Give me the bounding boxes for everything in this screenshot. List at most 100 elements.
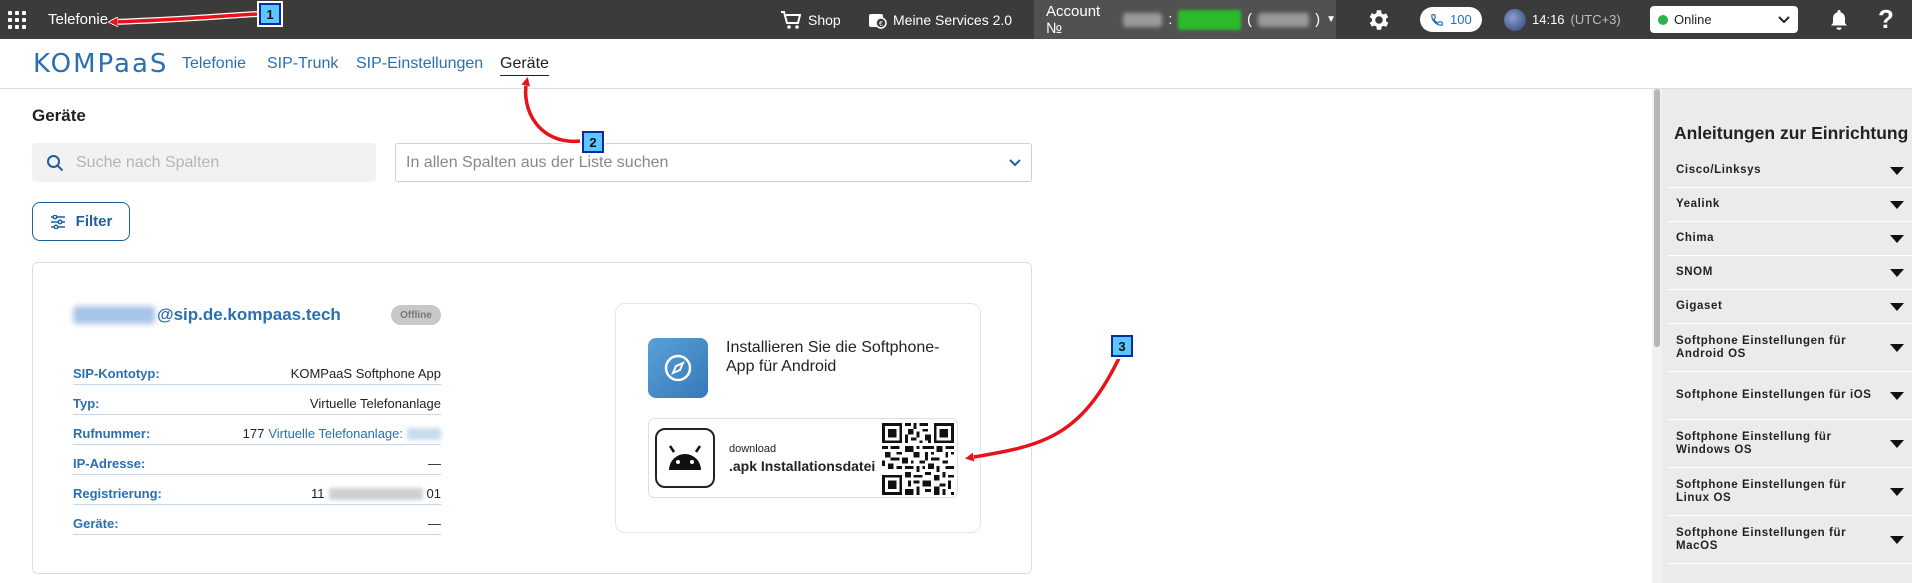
guide-item-yealink[interactable]: Yealink <box>1668 188 1912 222</box>
bell-icon[interactable] <box>1826 0 1852 39</box>
online-status-dot <box>1658 14 1668 25</box>
compass-icon <box>648 338 708 398</box>
sliders-icon <box>50 214 65 229</box>
filter-button[interactable]: Filter <box>32 202 130 241</box>
time-value: 14:16 <box>1532 12 1565 27</box>
info-value: KOMPaaS Softphone App <box>290 366 441 381</box>
info-value: 177 Virtuelle Telefonanlage: <box>243 426 441 441</box>
gear-icon[interactable] <box>1366 0 1392 39</box>
search-input[interactable]: Suche nach Spalten <box>32 143 376 182</box>
phone-number-value: 177 <box>242 426 265 441</box>
triangle-down-icon <box>1890 302 1904 311</box>
annotation-badge-2: 2 <box>582 131 604 153</box>
info-label: Geräte: <box>73 516 119 531</box>
info-label: IP-Adresse: <box>73 456 146 471</box>
info-value: — <box>428 456 441 471</box>
guide-item-ios[interactable]: Softphone Einstellungen für iOS <box>1668 372 1912 420</box>
account-label: Account № <box>1046 2 1101 37</box>
nav-link-geraete[interactable]: Geräte <box>500 55 549 76</box>
guide-item-chima[interactable]: Chima <box>1668 222 1912 256</box>
triangle-down-icon <box>1890 268 1904 277</box>
guide-label: Softphone Einstellungen für Android OS <box>1676 334 1847 360</box>
registration-end: 01 <box>426 486 441 501</box>
sip-username-redacted <box>73 306 155 324</box>
app-title[interactable]: Telefonie <box>48 0 108 39</box>
download-label: download <box>729 443 777 455</box>
registration-redacted <box>328 487 423 500</box>
nav-link-sip-trunk[interactable]: SIP-Trunk <box>267 55 338 73</box>
triangle-down-icon <box>1890 439 1904 448</box>
info-row-devices: Geräte: — <box>73 513 441 535</box>
kompaas-logo[interactable]: KOMPaaS <box>33 49 168 79</box>
guide-label: Gigaset <box>1676 300 1723 312</box>
pbx-link[interactable]: Virtuelle Telefonanlage: <box>268 426 403 441</box>
guide-item-cisco-linksys[interactable]: Cisco/Linksys <box>1668 154 1912 188</box>
sip-account-title[interactable]: @sip.de.kompaas.tech <box>73 305 341 325</box>
android-icon <box>655 428 715 488</box>
search-icon <box>47 154 64 171</box>
calls-counter[interactable]: 100 <box>1420 7 1482 32</box>
guide-item-android[interactable]: Softphone Einstellungen für Android OS <box>1668 324 1912 372</box>
annotation-arrow-2 <box>526 80 581 145</box>
guide-label: Softphone Einstellungen für Linux OS <box>1676 478 1847 504</box>
nav-link-telefonie[interactable]: Telefonie <box>182 55 246 73</box>
apk-file-label: .apk Installationsdatei <box>729 458 876 474</box>
triangle-down-icon <box>1890 487 1904 496</box>
info-row-sip-type: SIP-Kontotyp: KOMPaaS Softphone App <box>73 363 441 385</box>
guide-item-gigaset[interactable]: Gigaset <box>1668 290 1912 324</box>
guide-label: SNOM <box>1676 266 1713 278</box>
guide-label: Chima <box>1676 232 1715 244</box>
setup-guides-sidebar: Anleitungen zur Einrichtung Cisco/Linksy… <box>1662 89 1912 583</box>
help-icon[interactable]: ? <box>1876 0 1896 39</box>
registration-start: 11 <box>311 486 325 501</box>
guide-label: Cisco/Linksys <box>1676 164 1762 176</box>
secondary-nav: KOMPaaS Telefonie SIP-Trunk SIP-Einstell… <box>0 39 1912 89</box>
account-paren-close: ) <box>1315 11 1321 28</box>
apps-grid-icon[interactable] <box>8 0 28 39</box>
guide-label: Softphone Einstellungen für iOS <box>1676 389 1872 401</box>
sidebar-title: Anleitungen zur Einrichtung <box>1674 123 1909 143</box>
info-value: 11 01 <box>311 486 441 501</box>
triangle-down-icon <box>1890 391 1904 400</box>
guide-item-windows[interactable]: Softphone Einstellung für Windows OS <box>1668 420 1912 468</box>
sip-domain: @sip.de.kompaas.tech <box>157 305 341 324</box>
annotation-badge-1: 1 <box>259 3 281 25</box>
avatar[interactable] <box>1504 8 1526 31</box>
account-number-redacted <box>1122 12 1163 27</box>
nav-link-sip-einstellungen[interactable]: SIP-Einstellungen <box>356 55 483 73</box>
account-separator: : <box>1168 11 1173 28</box>
guide-label: Softphone Einstellung für Windows OS <box>1676 430 1832 456</box>
column-select-placeholder: In allen Spalten aus der Liste suchen <box>406 153 669 171</box>
account-balance-redacted <box>1178 9 1241 30</box>
guide-item-macos[interactable]: Softphone Einstellungen für MacOS <box>1668 516 1912 564</box>
status-select[interactable]: Online <box>1650 6 1798 33</box>
apk-download-button[interactable]: download .apk Installationsdatei <box>648 418 958 498</box>
info-value: — <box>428 516 441 531</box>
install-panel: Installieren Sie die Softphone-App für A… <box>615 303 981 533</box>
column-select[interactable]: In allen Spalten aus der Liste suchen <box>395 143 1032 182</box>
install-text: Installieren Sie die Softphone-App für A… <box>726 339 940 375</box>
qr-code-icon <box>882 423 954 495</box>
shop-label: Shop <box>808 11 841 28</box>
account-paren-open: ( <box>1246 11 1252 28</box>
guide-label: Yealink <box>1676 198 1720 210</box>
account-switcher[interactable]: Account № : ( ) ▼ <box>1034 0 1336 39</box>
guide-item-linux[interactable]: Softphone Einstellungen für Linux OS <box>1668 468 1912 516</box>
device-card: @sip.de.kompaas.tech Offline SIP-Kontoty… <box>32 262 1032 574</box>
status-value: Online <box>1674 12 1712 27</box>
info-label: Rufnummer: <box>73 426 151 441</box>
scrollbar-thumb[interactable] <box>1654 89 1660 347</box>
shop-link[interactable]: Shop <box>780 0 841 39</box>
cart-icon <box>781 10 802 29</box>
guide-label: Softphone Einstellungen für MacOS <box>1676 526 1847 552</box>
time-display: 14:16 (UTC+3) <box>1504 0 1621 39</box>
triangle-down-icon <box>1890 343 1904 352</box>
chevron-down-icon <box>1009 158 1021 166</box>
guide-item-snom[interactable]: SNOM <box>1668 256 1912 290</box>
timezone-value: (UTC+3) <box>1570 12 1621 27</box>
triangle-down-icon <box>1890 166 1904 175</box>
triangle-down-icon <box>1890 200 1904 209</box>
services-link[interactable]: € Meine Services 2.0 <box>867 0 1012 39</box>
pbx-id-redacted <box>407 427 441 440</box>
top-bar: Telefonie Shop € Meine Services 2.0 Acco… <box>0 0 1912 39</box>
